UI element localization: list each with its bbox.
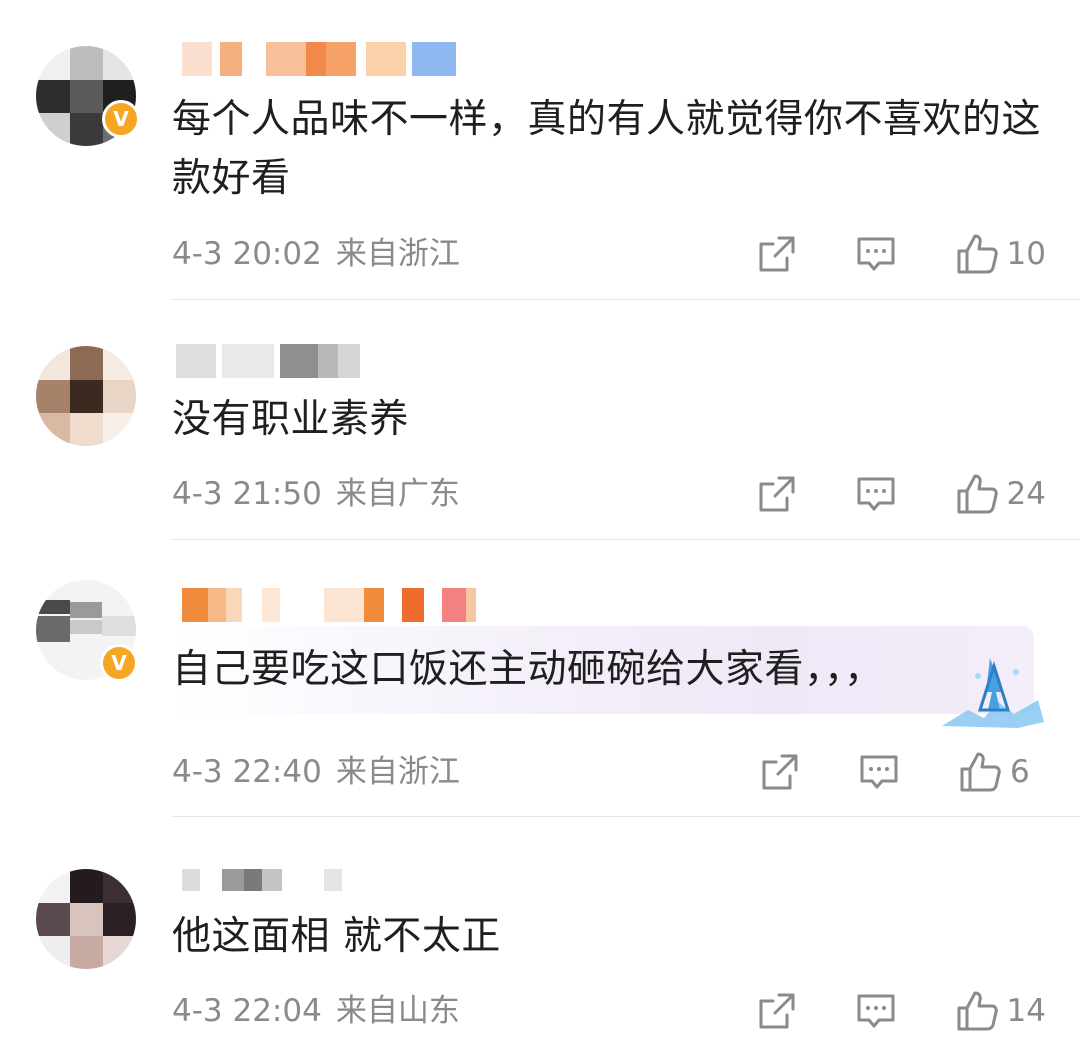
verified-badge-icon: V	[100, 644, 138, 682]
comment-text: 没有职业素养	[172, 397, 410, 442]
comment-icon	[857, 477, 895, 511]
avatar[interactable]	[36, 869, 136, 969]
avatar[interactable]	[36, 346, 136, 446]
like-button[interactable]: 14	[955, 989, 1046, 1033]
like-button[interactable]: 10	[955, 232, 1046, 276]
comment-location: 来自浙江	[335, 236, 460, 272]
share-icon	[762, 754, 798, 790]
username-redacted[interactable]	[176, 588, 476, 622]
comment-actions: 10	[757, 232, 1046, 276]
comment-item: V 每个人品味不一样，真的有人就觉得你不喜欢的这款好看 4-3 20:02 来自浙…	[0, 0, 1080, 300]
comment-icon	[857, 994, 895, 1028]
share-button[interactable]	[757, 474, 797, 514]
comment-item: V 自己要吃这口饭还主动砸碗给大家看，，， 4-3 22:40 来自浙江 6	[0, 540, 1080, 816]
comment-date: 4-3 22:40	[172, 754, 322, 790]
comment-date: 4-3 20:02	[172, 236, 322, 272]
comment-text: 他这面相 就不太正	[172, 914, 501, 959]
thumbs-up-icon	[957, 991, 998, 1031]
username-redacted[interactable]	[176, 42, 456, 76]
like-count: 6	[1010, 754, 1030, 790]
like-count: 10	[1006, 236, 1046, 272]
thumbs-up-icon	[960, 752, 1001, 792]
comment-meta: 4-3 21:50 来自广东	[172, 474, 460, 514]
share-button[interactable]	[757, 234, 797, 274]
comment-location: 来自山东	[335, 993, 460, 1029]
comment-location: 来自广东	[335, 476, 460, 512]
share-button[interactable]	[757, 991, 797, 1031]
comment-button[interactable]	[855, 234, 897, 274]
share-icon	[759, 236, 795, 272]
like-count: 24	[1006, 476, 1046, 512]
comment-meta: 4-3 20:02 来自浙江	[172, 234, 460, 274]
comment-actions: 14	[757, 989, 1046, 1033]
comment-meta: 4-3 22:04 来自山东	[172, 991, 460, 1031]
share-icon	[759, 993, 795, 1029]
comment-date: 4-3 21:50	[172, 476, 322, 512]
comment-date: 4-3 22:04	[172, 993, 322, 1029]
comment-meta: 4-3 22:40 来自浙江	[172, 752, 460, 792]
comment-button[interactable]	[855, 991, 897, 1031]
comment-icon	[857, 237, 895, 271]
comment-location: 来自浙江	[335, 754, 460, 790]
like-count: 14	[1006, 993, 1046, 1029]
comment-text: 每个人品味不一样，真的有人就觉得你不喜欢的这款好看	[172, 97, 1042, 201]
verified-badge-icon: V	[102, 100, 140, 138]
share-button[interactable]	[760, 752, 800, 792]
username-redacted[interactable]	[176, 869, 346, 891]
comment-actions: 6	[760, 750, 1046, 794]
like-button[interactable]: 24	[955, 472, 1046, 516]
thumbs-up-icon	[957, 234, 998, 274]
comment-button[interactable]	[855, 474, 897, 514]
thumbs-up-icon	[957, 474, 998, 514]
comment-button[interactable]	[858, 752, 900, 792]
comment-item: 没有职业素养 4-3 21:50 来自广东 24	[0, 300, 1080, 540]
share-icon	[759, 476, 795, 512]
comment-text: 自己要吃这口饭还主动砸碗给大家看，，，	[172, 647, 884, 692]
comment-item: 他这面相 就不太正 4-3 22:04 来自山东 14	[0, 817, 1080, 1042]
username-redacted[interactable]	[176, 344, 366, 378]
comment-icon	[860, 755, 898, 789]
comment-actions: 24	[757, 472, 1046, 516]
like-button[interactable]: 6	[958, 750, 1046, 794]
